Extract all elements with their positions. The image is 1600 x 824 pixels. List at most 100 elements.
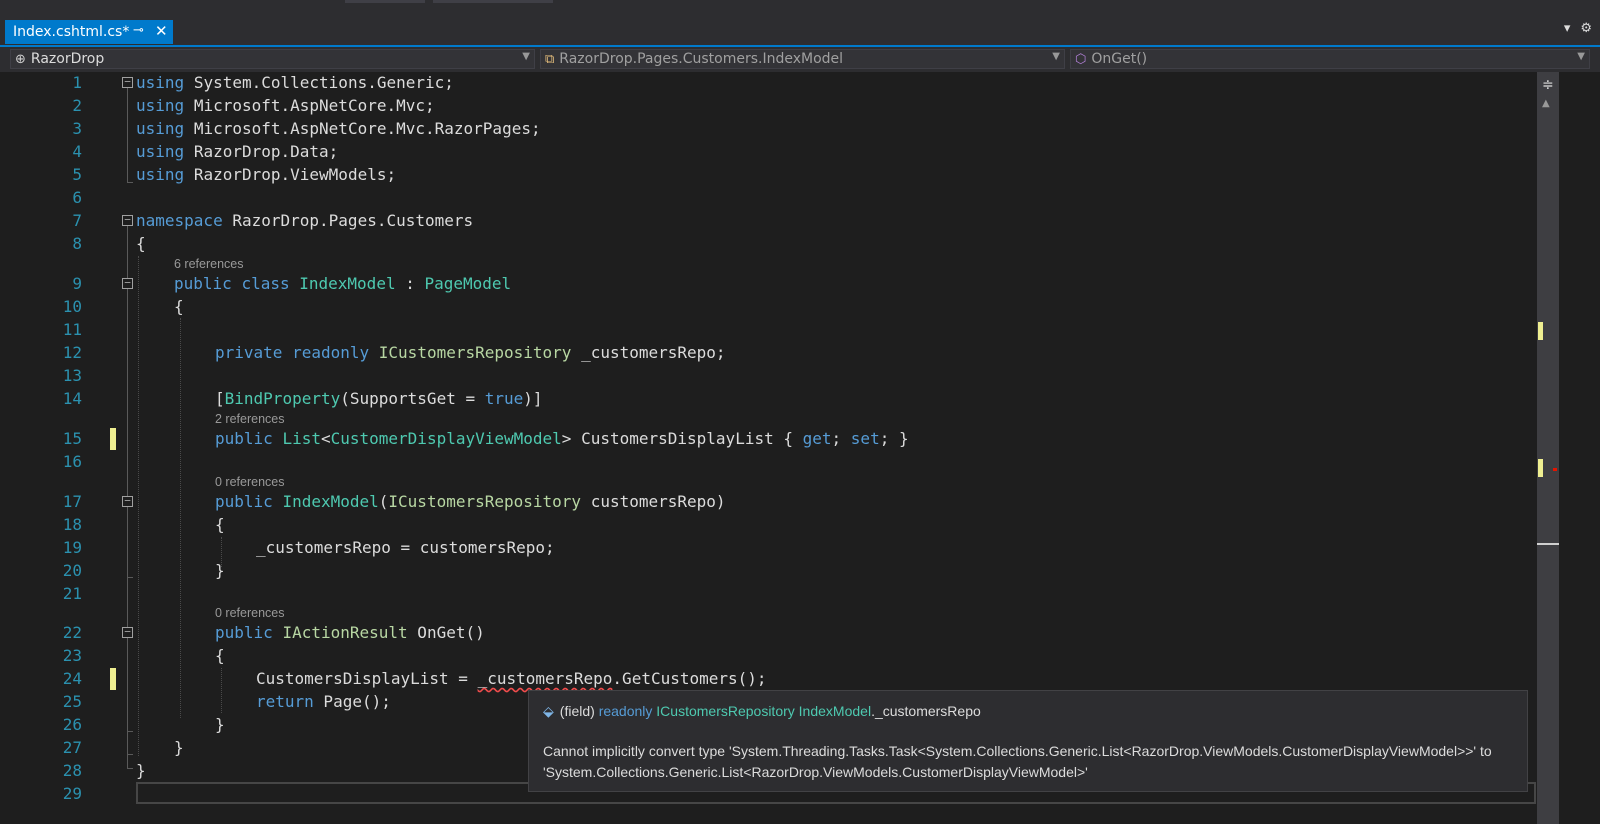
outline-guide [127,577,133,578]
chevron-up-icon[interactable]: ▲ [1542,98,1550,109]
base-class: PageModel [424,274,512,293]
type-name: CustomerDisplayViewModel [330,429,562,448]
code-text: Microsoft.AspNetCore.Mvc.RazorPages; [193,119,541,138]
code-line: } [136,760,146,782]
brace: } [174,738,184,757]
line-number: 25 [62,692,82,711]
indent-guide [180,318,181,718]
brace: { [174,297,184,316]
collapse-toggle[interactable]: − [122,495,133,507]
code-line: { [215,514,225,536]
line-number: 4 [72,142,82,161]
tab-index-cshtml-cs[interactable]: Index.cshtml.cs* ⊸ ✕ [5,20,173,44]
tooltip-owner[interactable]: IndexModel [799,703,871,719]
code-line: { [136,233,146,255]
line-number: 17 [62,492,82,511]
brace: { [215,515,225,534]
code-line: [BindProperty(SupportsGet = true)] [215,388,543,410]
project-name: RazorDrop [30,51,105,67]
keyword: public [174,274,232,293]
member-dropdown[interactable]: ⬡ OnGet() ▼ [1070,49,1590,69]
close-icon[interactable]: ✕ [155,22,168,40]
code-text: ; } [879,429,909,448]
code-line: public List<CustomerDisplayViewModel> Cu… [215,428,909,450]
class-name: IndexModel [299,274,396,293]
line-number: 22 [62,623,82,642]
code-text: System.Collections.Generic; [193,73,454,92]
code-lens-references[interactable]: 0 references [215,474,284,490]
vertical-scrollbar[interactable]: ≑ ▲ [1537,72,1559,824]
interface-name: ICustomersRepository [378,343,572,362]
collapse-toggle[interactable]: − [122,214,133,226]
line-number: 5 [72,165,82,184]
quick-info-tooltip: ⬙ (field) readonly ICustomersRepository I… [528,690,1528,792]
navigation-bar: ⊕ RazorDrop ▼ ⧉ RazorDrop.Pages.Customer… [0,47,1600,72]
code-line: } [215,560,225,582]
line-number: 6 [72,188,82,207]
code-text: .GetCustomers(); [612,669,767,688]
code-text: _customersRepo; [571,343,726,362]
type-dropdown[interactable]: ⧉ RazorDrop.Pages.Customers.IndexModel ▼ [540,49,1065,69]
brace: } [215,561,225,580]
error-squiggle[interactable]: _customersRepo [478,669,613,688]
chevron-down-icon[interactable]: ▾ [1564,21,1571,36]
code-line: using RazorDrop.Data; [136,141,338,163]
gear-icon[interactable]: ⚙ [1580,21,1592,36]
line-number: 2 [72,96,82,115]
code-text: )] [523,389,543,408]
chevron-down-icon: ▼ [1052,51,1060,62]
code-text: ; [831,429,851,448]
toolbar-deco [433,0,553,3]
title-strip [0,0,1600,18]
keyword: true [484,389,524,408]
keyword: using [136,165,185,184]
keyword: public [215,429,273,448]
pin-icon[interactable]: ⊸ [133,23,144,38]
tab-title: Index.cshtml.cs* [13,24,130,40]
keyword: public [215,492,273,511]
tooltip-type[interactable]: ICustomersRepository [656,703,798,719]
outline-guide [127,284,128,754]
keyword: public [215,623,273,642]
tooltip-error-message: Cannot implicitly convert type 'System.T… [543,743,1492,780]
interface-name: ICustomersRepository [388,492,582,511]
brace: { [136,234,146,253]
code-line: public class IndexModel : PageModel [174,273,511,295]
tooltip-modifier: readonly [598,703,657,719]
code-line: using Microsoft.AspNetCore.Mvc.RazorPage… [136,118,541,140]
line-number: 19 [62,538,82,557]
line-number: 11 [62,320,82,339]
code-lens-references[interactable]: 0 references [215,605,284,621]
change-marker [1538,322,1543,340]
code-line: } [174,737,184,759]
tooltip-kind: (field) [559,703,599,719]
keyword: return [256,692,314,711]
collapse-toggle[interactable]: − [122,76,133,88]
code-text: RazorDrop.Data; [193,142,339,161]
code-line: { [215,645,225,667]
keyword: class [241,274,290,293]
line-number: 12 [62,343,82,362]
code-lens-references[interactable]: 2 references [215,411,284,427]
line-number: 20 [62,561,82,580]
code-text: OnGet() [407,623,485,642]
keyword: set [850,429,880,448]
code-text: : [395,274,425,293]
scroll-position-indicator [1537,543,1559,545]
code-line: using Microsoft.AspNetCore.Mvc; [136,95,435,117]
collapse-toggle[interactable]: − [122,277,133,289]
line-number: 29 [62,784,82,803]
line-number: 9 [72,274,82,293]
split-icon[interactable]: ≑ [1542,77,1554,93]
outline-guide [127,182,133,183]
collapse-toggle[interactable]: − [122,626,133,638]
line-number: 23 [62,646,82,665]
code-line: namespace RazorDrop.Pages.Customers [136,210,473,232]
line-number: 18 [62,515,82,534]
code-lens-references[interactable]: 6 references [174,256,243,272]
code-text: > CustomersDisplayList { [561,429,803,448]
code-text: customersRepo) [581,492,726,511]
keyword: using [136,73,185,92]
project-dropdown[interactable]: ⊕ RazorDrop ▼ [10,49,535,69]
keyword: using [136,96,185,115]
